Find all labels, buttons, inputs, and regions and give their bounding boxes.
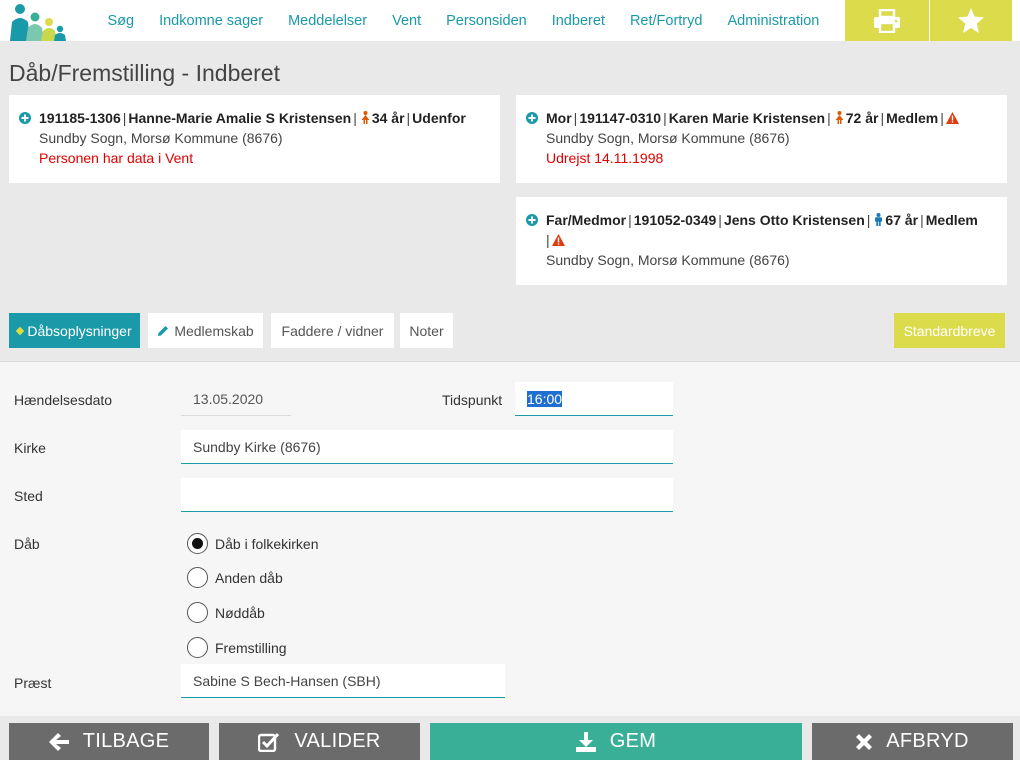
tab-label: Dåbsoplysninger bbox=[27, 322, 132, 339]
nav-link-vent[interactable]: Vent bbox=[380, 13, 434, 29]
radio-label: Dåb i folkekirken bbox=[215, 535, 319, 552]
person-card-child: 191185-1306 | Hanne-Marie Amalie S Kristen… bbox=[9, 95, 500, 183]
person-card-father: Far/Medmor | 191052-0349 | Jens Otto Kristen… bbox=[516, 197, 1007, 285]
star-icon bbox=[958, 8, 984, 33]
person-header: Far/Medmor | 191052-0349 | Jens Otto Kristen… bbox=[546, 212, 978, 228]
nav-link-indberet[interactable]: Indberet bbox=[539, 13, 617, 29]
top-navigation: Søg Indkomne sager Meddelelser Vent Pers… bbox=[0, 0, 1020, 41]
logo[interactable] bbox=[8, 0, 66, 41]
person-age: 34 år bbox=[371, 110, 405, 126]
printer-icon bbox=[874, 8, 900, 33]
female-icon bbox=[361, 111, 370, 124]
tab-label: Noter bbox=[409, 322, 444, 339]
priest-input[interactable]: Sabine S Bech-Hansen (SBH) bbox=[181, 664, 505, 698]
tab-daabsoplysninger[interactable]: Dåbsoplysninger bbox=[9, 313, 140, 348]
place-input[interactable] bbox=[181, 478, 673, 512]
cancel-label: AFBRYD bbox=[886, 730, 969, 752]
radio-fremstilling[interactable]: Fremstilling bbox=[187, 637, 287, 658]
person-name: Hanne-Marie Amalie S Kristensen bbox=[128, 110, 352, 126]
radio-label: Nøddåb bbox=[215, 604, 265, 621]
nav-link-personsiden[interactable]: Personsiden bbox=[434, 13, 540, 29]
favorite-button[interactable] bbox=[930, 0, 1012, 41]
nav-link-indkomne-sager[interactable]: Indkomne sager bbox=[147, 13, 276, 29]
person-address: Sundby Sogn, Morsø Kommune (8676) bbox=[546, 130, 790, 146]
person-cpr: 191147-0310 bbox=[579, 110, 662, 126]
page-title: Dåb/Fremstilling - Indberet bbox=[9, 60, 280, 86]
female-icon bbox=[835, 111, 844, 124]
print-button[interactable] bbox=[845, 0, 929, 41]
radio-noeddaab[interactable]: Nøddåb bbox=[187, 602, 265, 623]
person-address: Sundby Sogn, Morsø Kommune (8676) bbox=[39, 130, 283, 146]
standard-letters-button[interactable]: Standardbreve bbox=[894, 313, 1005, 348]
radio-label: Fremstilling bbox=[215, 639, 287, 656]
nav-link-administration[interactable]: Administration bbox=[715, 13, 832, 29]
expand-icon[interactable] bbox=[19, 112, 31, 124]
person-name: Karen Marie Kristensen bbox=[668, 110, 826, 126]
nav-link-meddelelser[interactable]: Meddelelser bbox=[276, 13, 380, 29]
validate-button[interactable]: VALIDER bbox=[219, 723, 420, 760]
save-label: GEM bbox=[609, 730, 657, 752]
person-role: Mor bbox=[546, 110, 572, 126]
person-age: 72 år bbox=[845, 110, 879, 126]
event-date-value: 13.05.2020 bbox=[193, 390, 264, 407]
person-status: Medlem bbox=[925, 212, 978, 228]
close-icon bbox=[856, 733, 873, 750]
person-note: Udrejst 14.11.1998 bbox=[546, 150, 664, 166]
person-header-cont: | bbox=[546, 230, 995, 250]
male-icon bbox=[875, 213, 883, 226]
person-status: Udenfor bbox=[412, 110, 466, 126]
priest-label: Præst bbox=[14, 675, 52, 691]
nav-link-ret-fortryd[interactable]: Ret/Fortryd bbox=[617, 13, 715, 29]
back-label: TILBAGE bbox=[82, 730, 170, 752]
expand-icon[interactable] bbox=[526, 112, 538, 124]
event-date-field[interactable]: 13.05.2020 bbox=[181, 382, 291, 416]
validate-label: VALIDER bbox=[294, 730, 381, 752]
person-cpr: 191185-1306 bbox=[39, 110, 121, 126]
time-value: 16:00 bbox=[527, 390, 563, 407]
person-note: Personen har data i Vent bbox=[39, 150, 194, 166]
arrow-left-icon bbox=[48, 732, 69, 751]
church-value: Sundby Kirke (8676) bbox=[193, 438, 321, 455]
baptism-form: Hændelsesdato 13.05.2020 Tidspunkt 16:00… bbox=[0, 361, 1020, 716]
tab-faddere-vidner[interactable]: Faddere / vidner bbox=[271, 313, 394, 348]
church-label: Kirke bbox=[14, 440, 46, 456]
person-name: Jens Otto Kristensen bbox=[723, 212, 865, 228]
place-label: Sted bbox=[14, 488, 43, 504]
pencil-icon bbox=[158, 325, 169, 336]
tab-label: Medlemskab bbox=[174, 322, 254, 339]
event-date-label: Hændelsesdato bbox=[14, 392, 113, 408]
baptism-type-label: Dåb bbox=[14, 536, 40, 552]
radio-anden-daab[interactable]: Anden dåb bbox=[187, 567, 283, 588]
time-input[interactable]: 16:00 bbox=[515, 382, 673, 416]
checkbox-icon bbox=[258, 732, 280, 752]
person-cpr: 191052-0349 bbox=[633, 212, 717, 228]
download-icon bbox=[575, 731, 596, 752]
radio-daab-i-folkekirken[interactable]: Dåb i folkekirken bbox=[187, 533, 319, 554]
person-card-mother: Mor | 191147-0310 | Karen Marie Kristensen | 7… bbox=[516, 95, 1007, 183]
church-input[interactable]: Sundby Kirke (8676) bbox=[181, 430, 673, 464]
person-header: Mor | 191147-0310 | Karen Marie Kristensen | 7… bbox=[546, 108, 995, 128]
warning-icon bbox=[945, 112, 959, 124]
nav-link-soeg[interactable]: Søg bbox=[95, 13, 147, 29]
expand-icon[interactable] bbox=[526, 214, 538, 226]
person-status: Medlem bbox=[886, 110, 939, 126]
warning-icon bbox=[551, 234, 565, 246]
person-header: 191185-1306 | Hanne-Marie Amalie S Kristen… bbox=[39, 110, 466, 126]
tab-label: Faddere / vidner bbox=[281, 322, 384, 339]
cancel-button[interactable]: AFBRYD bbox=[812, 723, 1013, 760]
save-button[interactable]: GEM bbox=[430, 723, 802, 760]
tab-noter[interactable]: Noter bbox=[400, 313, 453, 348]
back-button[interactable]: TILBAGE bbox=[9, 723, 209, 760]
time-label: Tidspunkt bbox=[442, 392, 503, 408]
person-age: 67 år bbox=[885, 212, 919, 228]
active-marker-icon bbox=[16, 326, 25, 335]
priest-value: Sabine S Bech-Hansen (SBH) bbox=[193, 672, 381, 689]
tab-medlemskab[interactable]: Medlemskab bbox=[148, 313, 263, 348]
radio-label: Anden dåb bbox=[215, 569, 283, 586]
person-address: Sundby Sogn, Morsø Kommune (8676) bbox=[546, 252, 790, 268]
person-role: Far/Medmor bbox=[546, 212, 627, 228]
